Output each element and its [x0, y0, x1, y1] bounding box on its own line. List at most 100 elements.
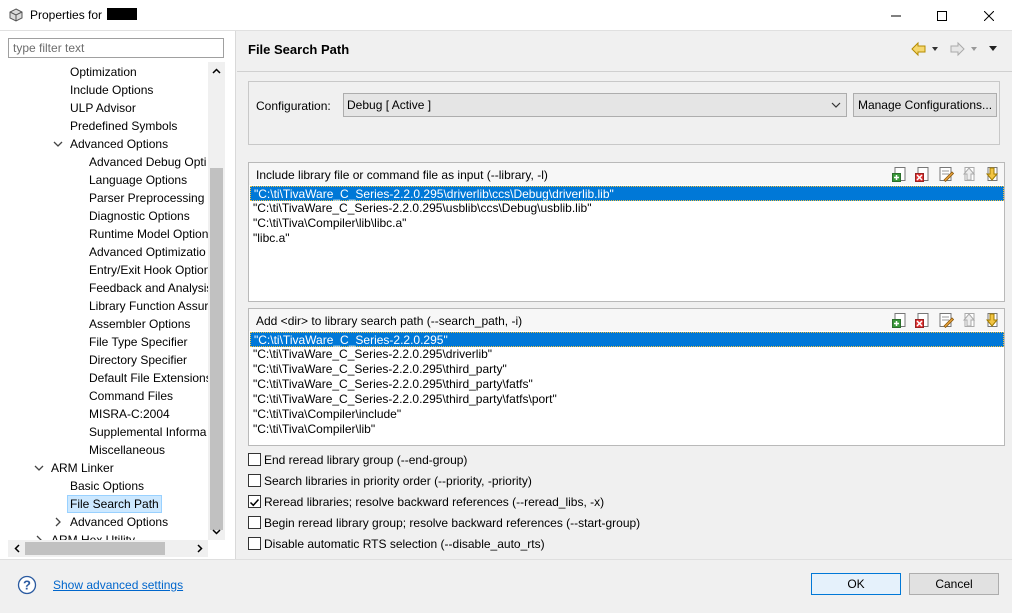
navigation-pane: OptimizationInclude OptionsULP AdvisorPr… — [0, 31, 236, 559]
maximize-button[interactable] — [919, 0, 965, 31]
tree-item[interactable]: Directory Specifier — [89, 351, 187, 369]
checkbox-checked[interactable] — [248, 495, 261, 508]
checkbox-label: End reread library group (--end-group) — [264, 453, 468, 467]
move-up-icon[interactable] — [961, 166, 977, 182]
checkbox[interactable] — [248, 537, 261, 550]
configuration-label: Configuration: — [256, 99, 331, 113]
move-down-icon[interactable] — [984, 166, 1000, 182]
tree-item[interactable]: Runtime Model Option — [89, 225, 208, 243]
cancel-button[interactable]: Cancel — [909, 573, 999, 595]
search-path-header: Add <dir> to library search path (--sear… — [249, 309, 1004, 331]
list-item[interactable]: "C:\ti\TivaWare_C_Series-2.2.0.295" — [250, 332, 1004, 347]
add-icon[interactable] — [892, 312, 908, 328]
chevron-down-icon — [212, 528, 221, 535]
list-item[interactable]: "C:\ti\TivaWare_C_Series-2.2.0.295\drive… — [250, 186, 1004, 201]
move-down-icon[interactable] — [984, 312, 1000, 328]
scroll-up-button[interactable] — [208, 62, 225, 79]
list-item[interactable]: "C:\ti\TivaWare_C_Series-2.2.0.295\drive… — [250, 347, 1004, 362]
list-item[interactable]: "C:\ti\TivaWare_C_Series-2.2.0.295\third… — [250, 392, 1004, 407]
edit-icon[interactable] — [938, 312, 954, 328]
scroll-down-button[interactable] — [208, 523, 225, 540]
chevron-right-icon[interactable] — [53, 517, 63, 527]
forward-arrow-icon[interactable] — [950, 41, 965, 57]
tree-item[interactable]: Miscellaneous — [89, 441, 165, 459]
tree-item[interactable]: Optimization — [70, 63, 137, 81]
list-item[interactable]: "C:\ti\Tiva\Compiler\include" — [250, 407, 1004, 422]
tree-item[interactable]: File Search Path — [67, 495, 162, 513]
forward-menu-chevron-icon[interactable] — [971, 47, 977, 51]
tree-item[interactable]: Default File Extensions — [89, 369, 208, 387]
title-bar: Properties for — [0, 0, 1012, 31]
hscroll-thumb[interactable] — [25, 542, 165, 555]
manage-configurations-button[interactable]: Manage Configurations... — [853, 93, 997, 117]
tree-item[interactable]: Supplemental Informa — [89, 423, 206, 441]
tree-item[interactable]: File Type Specifier — [89, 333, 188, 351]
tree-item[interactable]: Include Options — [70, 81, 153, 99]
checkbox-label: Search libraries in priority order (--pr… — [264, 474, 532, 488]
back-arrow-icon[interactable] — [911, 41, 926, 57]
delete-icon[interactable] — [915, 166, 931, 182]
list-item[interactable]: "C:\ti\TivaWare_C_Series-2.2.0.295\third… — [250, 377, 1004, 392]
search-path-label: Add <dir> to library search path (--sear… — [256, 314, 523, 328]
add-icon[interactable] — [892, 166, 908, 182]
filter-input[interactable] — [8, 38, 224, 58]
tree-item[interactable]: ARM Linker — [51, 459, 114, 477]
tree-item[interactable]: Assembler Options — [89, 315, 190, 333]
configuration-group: Configuration: Debug [ Active ] Manage C… — [248, 81, 1000, 145]
checkbox-label: Begin reread library group; resolve back… — [264, 516, 641, 530]
properties-page: File Search Path Configuration: Debug [ … — [237, 31, 1012, 559]
tree-item[interactable]: Command Files — [89, 387, 173, 405]
list-item[interactable]: "C:\ti\Tiva\Compiler\lib" — [250, 422, 1004, 437]
help-icon[interactable]: ? — [17, 575, 37, 595]
tree-item[interactable]: Language Options — [89, 171, 187, 189]
checkbox[interactable] — [248, 453, 261, 466]
search-path-list: Add <dir> to library search path (--sear… — [248, 308, 1005, 446]
chevron-left-icon — [13, 544, 20, 553]
scroll-left-button[interactable] — [8, 540, 25, 557]
ok-button[interactable]: OK — [811, 573, 901, 595]
chevron-down-icon[interactable] — [34, 463, 44, 473]
maximize-icon — [937, 10, 947, 21]
include-library-label: Include library file or command file as … — [256, 168, 548, 182]
tree-item[interactable]: Predefined Symbols — [70, 117, 177, 135]
tree-item[interactable]: ARM Hex Utility — [51, 531, 135, 540]
list-item[interactable]: "C:\ti\Tiva\Compiler\lib\libc.a" — [250, 216, 1004, 231]
back-menu-chevron-icon[interactable] — [932, 47, 938, 51]
window-title-text: Properties for — [30, 8, 103, 22]
tree-item[interactable]: Entry/Exit Hook Option — [89, 261, 208, 279]
tree-item[interactable]: MISRA-C:2004 — [89, 405, 170, 423]
checkbox-label: Reread libraries; resolve backward refer… — [264, 495, 605, 509]
checkbox[interactable] — [248, 474, 261, 487]
edit-icon[interactable] — [938, 166, 954, 182]
tree-item[interactable]: Parser Preprocessing C — [89, 189, 208, 207]
tree-item[interactable]: Diagnostic Options — [89, 207, 190, 225]
minimize-button[interactable] — [873, 0, 919, 31]
move-up-icon[interactable] — [961, 312, 977, 328]
scroll-thumb[interactable] — [210, 168, 223, 530]
tree-item[interactable]: Advanced Options — [70, 135, 168, 153]
configuration-select[interactable]: Debug [ Active ] — [343, 93, 847, 117]
list-item[interactable]: "libc.a" — [250, 231, 1004, 246]
list-item[interactable]: "C:\ti\TivaWare_C_Series-2.2.0.295\usbli… — [250, 201, 1004, 216]
tree-item[interactable]: Library Function Assur — [89, 297, 208, 315]
view-menu-icon[interactable] — [989, 46, 997, 51]
tree-item[interactable]: Advanced Optimizatio — [89, 243, 206, 261]
delete-icon[interactable] — [915, 312, 931, 328]
window-title: Properties for — [30, 8, 138, 22]
chevron-right-icon — [196, 544, 203, 553]
tree-horizontal-scrollbar[interactable] — [8, 540, 208, 557]
tree-item[interactable]: ULP Advisor — [70, 99, 136, 117]
chevron-down-icon[interactable] — [53, 139, 63, 149]
list-item[interactable]: "C:\ti\TivaWare_C_Series-2.2.0.295\third… — [250, 362, 1004, 377]
tree-item[interactable]: Basic Options — [70, 477, 144, 495]
tree-vertical-scrollbar[interactable] — [208, 62, 225, 540]
scroll-right-button[interactable] — [191, 540, 208, 557]
close-button[interactable] — [966, 0, 1012, 31]
configuration-value: Debug [ Active ] — [347, 98, 432, 112]
tree-item[interactable]: Advanced Debug Opti — [89, 153, 206, 171]
checkbox[interactable] — [248, 516, 261, 529]
title-separator — [237, 71, 1012, 72]
show-advanced-settings-link[interactable]: Show advanced settings — [53, 578, 183, 592]
tree-item[interactable]: Advanced Options — [70, 513, 168, 531]
tree-item[interactable]: Feedback and Analysis — [89, 279, 208, 297]
